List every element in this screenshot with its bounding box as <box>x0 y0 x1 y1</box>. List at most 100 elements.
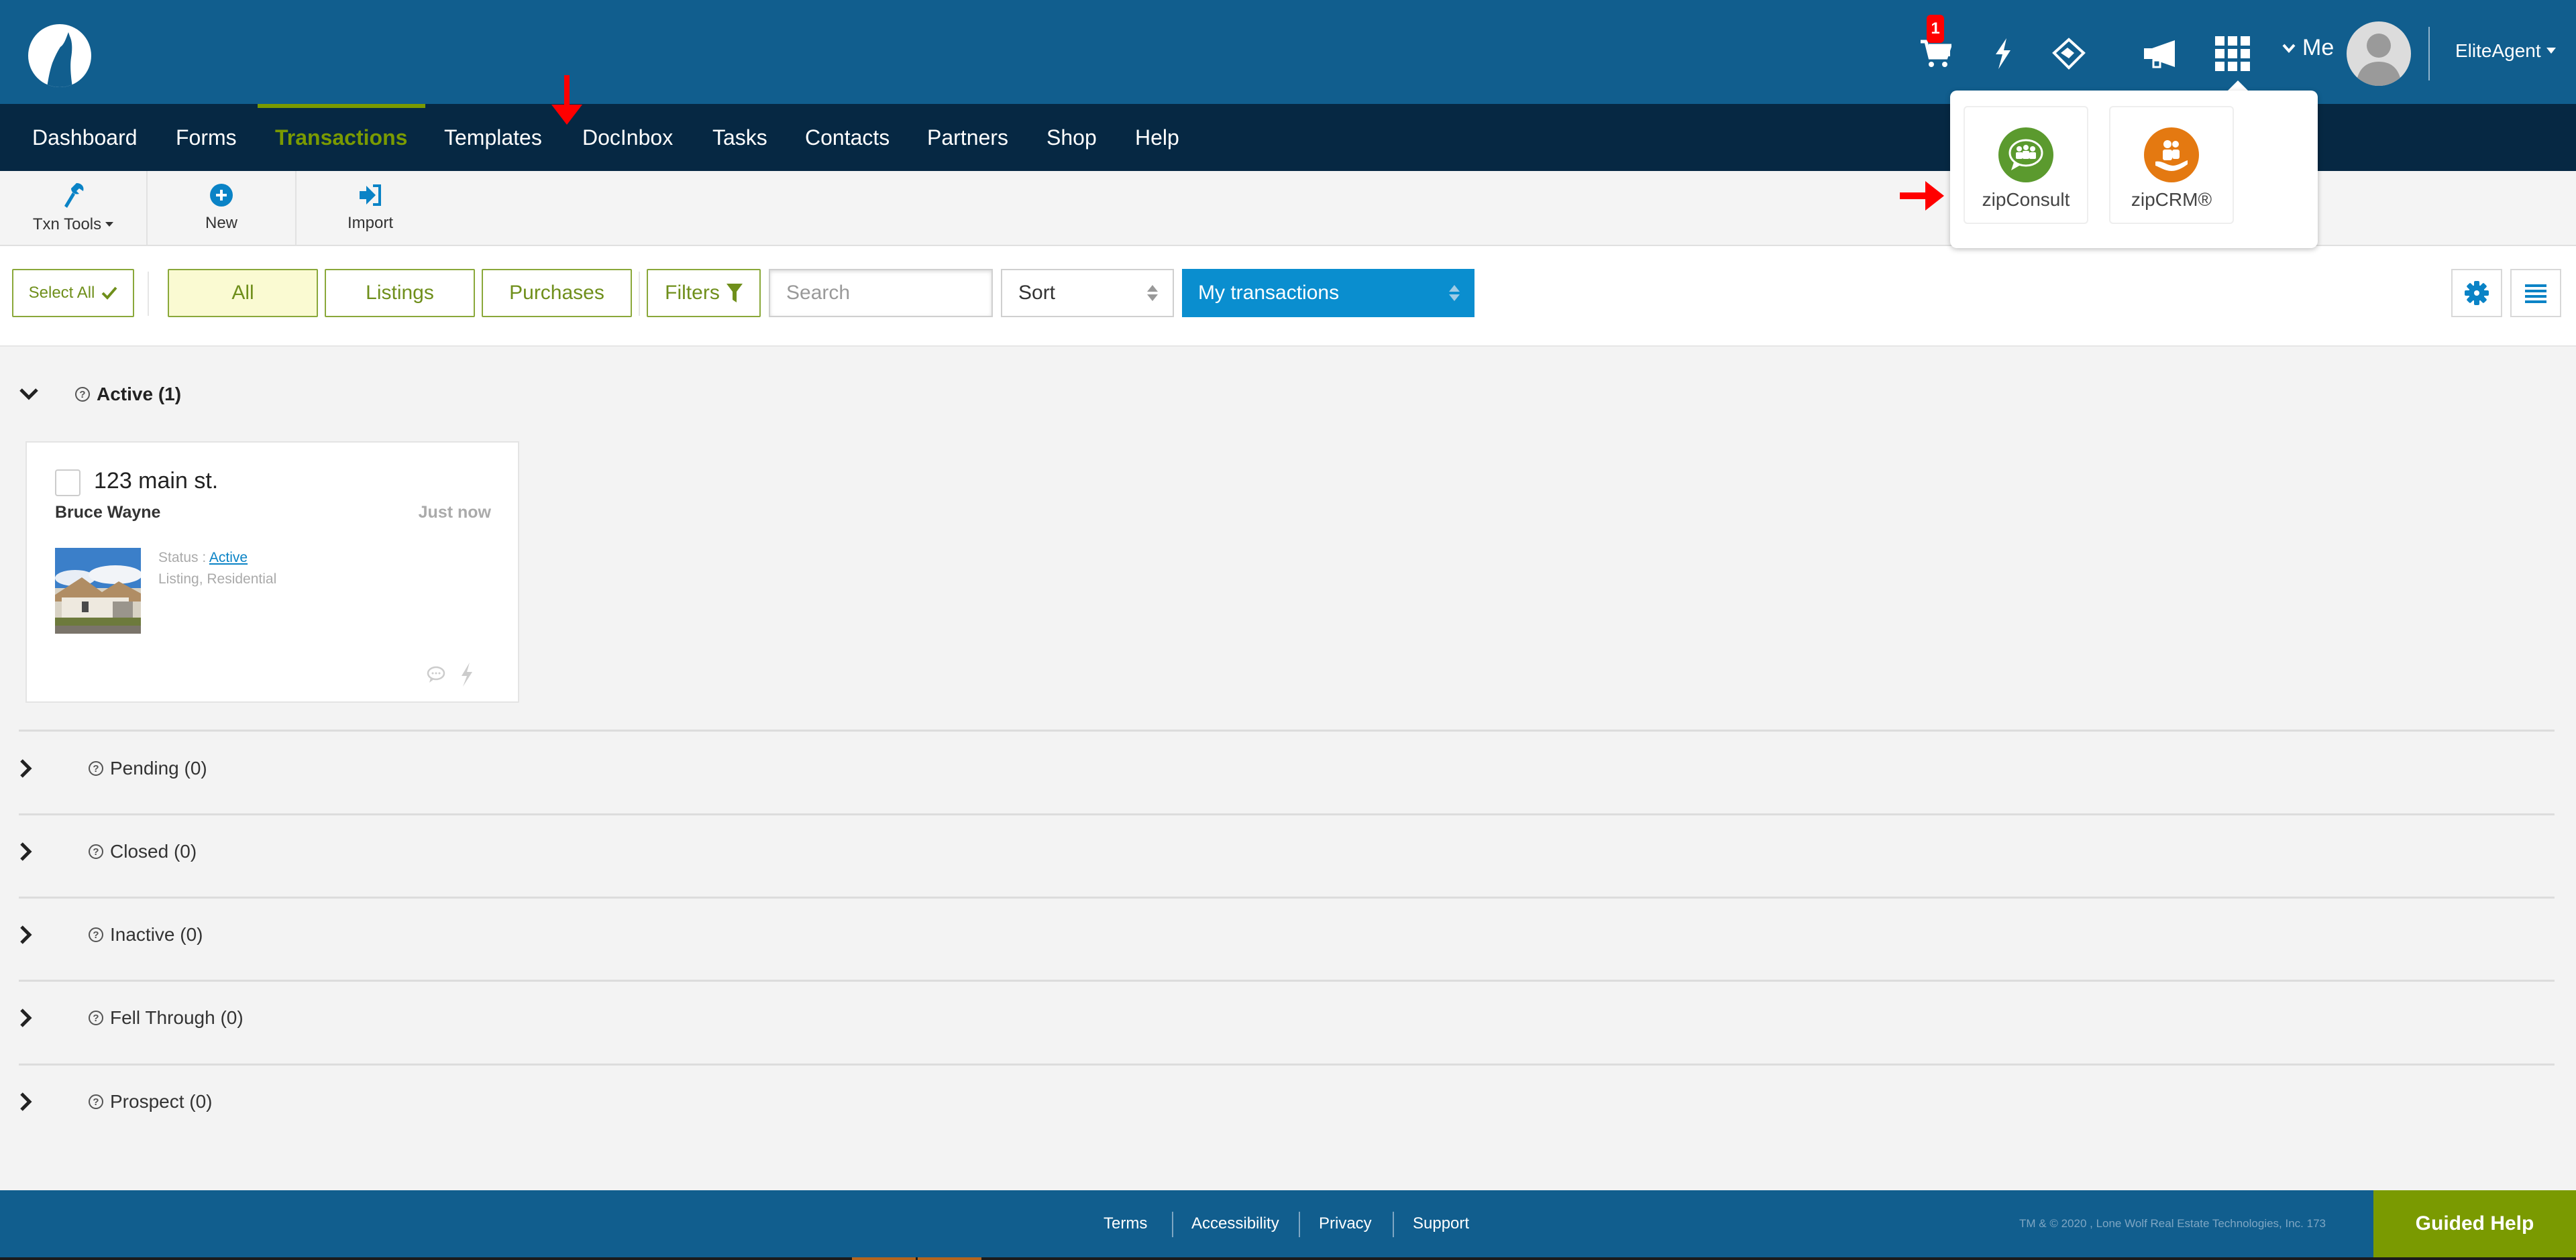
section-closed[interactable]: ? Closed (0) <box>19 841 197 862</box>
nav-partners[interactable]: Partners <box>927 104 1008 171</box>
select-all-button[interactable]: Select All <box>12 269 134 317</box>
account-menu[interactable]: EliteAgent <box>2455 40 2556 62</box>
avatar[interactable] <box>2347 21 2411 86</box>
os-taskbar-strip <box>0 1257 2576 1260</box>
me-menu[interactable]: Me <box>2282 35 2334 61</box>
transaction-card[interactable]: 123 main st. Bruce Wayne Just now Status… <box>25 441 519 703</box>
nav-help[interactable]: Help <box>1135 104 1179 171</box>
zipcrm-logo-icon <box>2144 127 2199 182</box>
taskbar-item[interactable] <box>852 1257 916 1260</box>
gear-icon <box>2465 281 2489 305</box>
caret-down-icon <box>105 222 114 227</box>
cart-badge: 1 <box>1927 15 1944 43</box>
section-active[interactable]: ? Active (1) <box>19 384 181 405</box>
help-circle-icon[interactable]: ? <box>89 844 103 859</box>
megaphone-icon[interactable] <box>2143 35 2180 72</box>
footer-link-support[interactable]: Support <box>1413 1190 1469 1257</box>
new-transaction-button[interactable]: New <box>148 171 297 245</box>
nav-contacts[interactable]: Contacts <box>805 104 890 171</box>
card-status-link[interactable]: Active <box>209 550 248 565</box>
card-actions <box>427 663 474 687</box>
footer-separator <box>1299 1212 1300 1237</box>
handshake-icon[interactable] <box>2050 35 2088 72</box>
funnel-icon <box>726 284 743 302</box>
help-circle-icon[interactable]: ? <box>89 761 103 776</box>
tab-all[interactable]: All <box>168 269 318 317</box>
card-type: Listing, Residential <box>158 571 277 587</box>
settings-button[interactable] <box>2451 269 2502 317</box>
footer-separator <box>1172 1212 1173 1237</box>
section-label: Prospect (0) <box>110 1091 213 1112</box>
help-circle-icon[interactable]: ? <box>89 1011 103 1025</box>
app-zipconsult[interactable]: zipConsult <box>1964 106 2088 224</box>
footer-link-accessibility[interactable]: Accessibility <box>1191 1190 1279 1257</box>
header-divider <box>2428 27 2430 80</box>
chevron-right-icon <box>19 758 59 779</box>
nav-templates[interactable]: Templates <box>444 104 542 171</box>
chevron-down-icon <box>19 388 59 401</box>
checkmark-icon <box>101 286 117 300</box>
list-view-button[interactable] <box>2510 269 2561 317</box>
updown-arrows-icon <box>1449 285 1460 301</box>
annotation-arrow-right-icon <box>1900 181 1944 211</box>
app-zipcrm[interactable]: zipCRM® <box>2109 106 2234 224</box>
apps-grid-icon[interactable] <box>2214 35 2251 72</box>
help-circle-icon[interactable]: ? <box>75 387 90 402</box>
import-button[interactable]: Import <box>297 171 444 245</box>
section-inactive[interactable]: ? Inactive (0) <box>19 924 203 946</box>
property-photo <box>55 548 141 634</box>
nav-shop[interactable]: Shop <box>1046 104 1097 171</box>
lightning-icon[interactable] <box>460 663 474 687</box>
footer-link-privacy[interactable]: Privacy <box>1319 1190 1372 1257</box>
filters-button[interactable]: Filters <box>647 269 761 317</box>
nav-docinbox[interactable]: DocInbox <box>582 104 673 171</box>
annotation-arrow-down-icon <box>551 75 582 125</box>
txn-tools-label: Txn Tools <box>32 215 102 233</box>
zipconsult-logo-icon <box>1998 127 2053 182</box>
tab-listings[interactable]: Listings <box>325 269 475 317</box>
lone-wolf-logo[interactable] <box>28 24 91 87</box>
chevron-right-icon <box>19 925 59 945</box>
help-circle-icon[interactable]: ? <box>89 927 103 942</box>
card-checkbox[interactable] <box>55 469 80 496</box>
txn-tools-button[interactable]: Txn Tools <box>0 171 148 245</box>
guided-help-button[interactable]: Guided Help <box>2373 1190 2576 1257</box>
footer-link-terms[interactable]: Terms <box>1104 1190 1147 1257</box>
help-circle-icon[interactable]: ? <box>89 1094 103 1109</box>
card-title[interactable]: 123 main st. <box>94 468 218 494</box>
user-silhouette-icon <box>2356 34 2402 86</box>
top-header: 1 Me EliteAgent <box>0 0 2576 104</box>
chevron-right-icon <box>19 842 59 862</box>
section-fell-through[interactable]: ? Fell Through (0) <box>19 1007 244 1029</box>
nav-transactions[interactable]: Transactions <box>275 104 407 171</box>
chevron-down-icon <box>2282 44 2296 53</box>
list-icon <box>2525 284 2546 303</box>
nav-tasks[interactable]: Tasks <box>712 104 767 171</box>
comment-icon[interactable] <box>427 666 445 683</box>
search-input[interactable] <box>769 269 993 317</box>
sort-select[interactable]: Sort <box>1001 269 1174 317</box>
nav-forms[interactable]: Forms <box>176 104 237 171</box>
card-status: Status : Active <box>158 550 248 566</box>
filter-separator <box>639 272 640 316</box>
card-status-label: Status : <box>158 550 207 565</box>
taskbar-item[interactable] <box>918 1257 981 1260</box>
section-label: Inactive (0) <box>110 924 203 945</box>
caret-down-icon <box>2546 48 2556 54</box>
section-prospect[interactable]: ? Prospect (0) <box>19 1091 213 1112</box>
updown-arrows-icon <box>1147 285 1158 301</box>
tab-purchases[interactable]: Purchases <box>482 269 632 317</box>
app-label: zipCRM® <box>2131 189 2212 210</box>
section-label: Pending (0) <box>110 758 207 779</box>
wrench-icon <box>64 183 84 208</box>
chevron-right-icon <box>19 1008 59 1028</box>
section-pending[interactable]: ? Pending (0) <box>19 758 207 779</box>
filter-bar: Select All All Listings Purchases Filter… <box>0 246 2576 347</box>
footer: Terms Accessibility Privacy Support TM &… <box>0 1190 2576 1257</box>
me-label: Me <box>2302 35 2334 60</box>
section-divider <box>19 980 2555 982</box>
transaction-scope-select[interactable]: My transactions <box>1182 269 1474 317</box>
copyright-text: TM & © 2020 , Lone Wolf Real Estate Tech… <box>2019 1217 2326 1230</box>
nav-dashboard[interactable]: Dashboard <box>32 104 138 171</box>
lightning-icon[interactable] <box>1990 35 2017 72</box>
